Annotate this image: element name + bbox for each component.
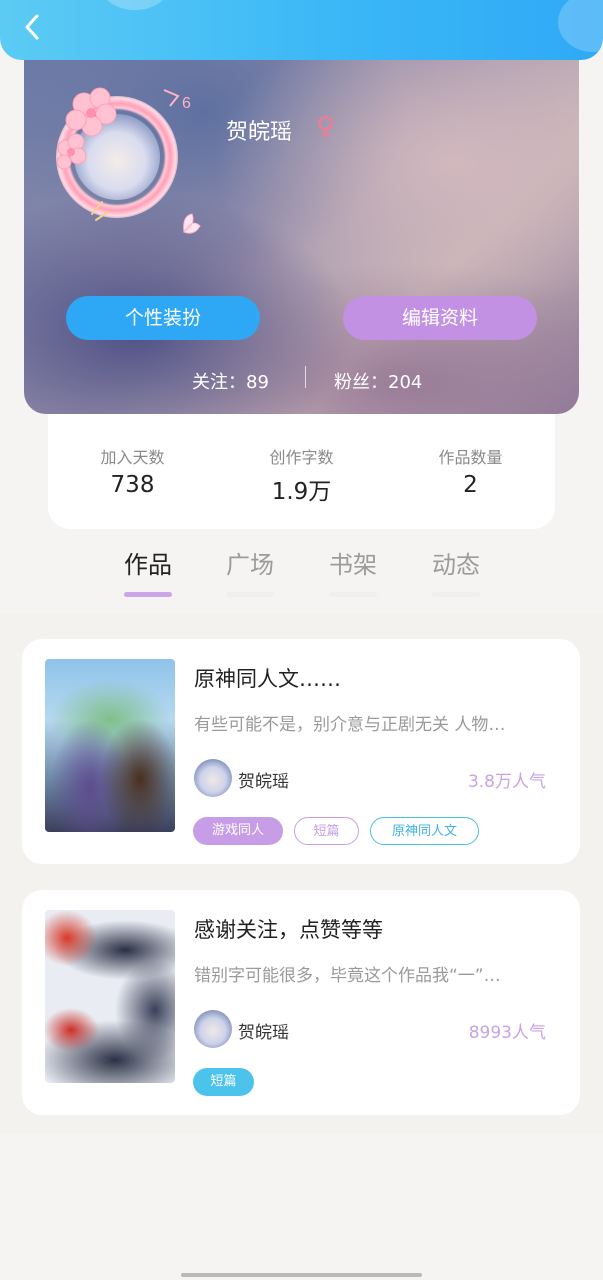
divider [305, 366, 306, 388]
work-title: 感谢关注，点赞等等 [194, 918, 383, 942]
tab-indicator [432, 592, 480, 597]
author-avatar [194, 1010, 232, 1048]
popularity-count: 3.8万人气 [467, 772, 546, 792]
tab-activity[interactable]: 动态 [416, 545, 496, 597]
popularity-count: 8993人气 [468, 1023, 546, 1043]
stat-value: 2 [463, 472, 478, 498]
tab-label: 书架 [329, 551, 377, 579]
stats-card: 加入天数 738 创作字数 1.9万 作品数量 2 [48, 396, 555, 529]
tab-indicator [124, 592, 172, 597]
following-count[interactable]: 关注：89 [192, 368, 269, 394]
works-list: 原神同人文…… 有些可能不是，别介意与正剧无关 人物… 贺皖瑶 3.8万人气 游… [0, 614, 603, 1134]
tag[interactable]: 短篇 [193, 1068, 254, 1096]
stat-join-days: 加入天数 738 [48, 444, 217, 498]
home-indicator [181, 1273, 422, 1277]
tag[interactable]: 短篇 [294, 817, 359, 845]
tab-bar: 作品 广场 书架 动态 [0, 545, 603, 605]
followers-count[interactable]: 粉丝：204 [334, 368, 422, 394]
decor-bubble [558, 0, 603, 52]
tag[interactable]: 游戏同人 [193, 817, 283, 845]
tab-label: 作品 [124, 551, 172, 579]
tab-plaza[interactable]: 广场 [210, 545, 290, 597]
stat-value: 1.9万 [271, 479, 332, 505]
stat-label: 创作字数 [269, 448, 334, 467]
stat-word-count: 创作字数 1.9万 [217, 444, 386, 506]
tab-bookshelf[interactable]: 书架 [313, 545, 393, 597]
top-bar [0, 0, 603, 60]
stat-label: 加入天数 [100, 448, 165, 467]
back-arrow-icon[interactable] [18, 12, 48, 42]
follow-stats: 关注：89 粉丝：204 [24, 364, 579, 394]
decor-bubble [100, 0, 170, 10]
tab-works[interactable]: 作品 [108, 545, 188, 597]
tab-label: 动态 [432, 551, 480, 579]
work-card[interactable]: 原神同人文…… 有些可能不是，别介意与正剧无关 人物… 贺皖瑶 3.8万人气 游… [22, 639, 580, 864]
work-description: 有些可能不是，别介意与正剧无关 人物… [194, 715, 506, 735]
stat-label: 作品数量 [438, 448, 503, 467]
stat-work-count: 作品数量 2 [386, 444, 555, 498]
profile-header: 6 贺皖瑶 ♀ 个性装扮 编辑资料 关注：89 粉丝：204 [24, 52, 579, 414]
personal-dress-up-button[interactable]: 个性装扮 [66, 296, 260, 340]
tab-indicator [226, 592, 274, 597]
work-title: 原神同人文…… [194, 667, 341, 691]
work-cover [45, 910, 175, 1083]
profile-name: 贺皖瑶 [226, 120, 293, 145]
tab-indicator [329, 592, 377, 597]
avatar-with-frame[interactable]: 6 [46, 82, 206, 242]
author-name: 贺皖瑶 [238, 1023, 289, 1043]
level-number: 6 [182, 95, 191, 112]
work-card[interactable]: 感谢关注，点赞等等 错别字可能很多，毕竟这个作品我“一”… 贺皖瑶 8993人气… [22, 890, 580, 1115]
stat-value: 738 [110, 472, 155, 498]
female-gender-icon: ♀ [316, 112, 340, 142]
tab-label: 广场 [226, 551, 274, 579]
author-name: 贺皖瑶 [238, 772, 289, 792]
tag[interactable]: 原神同人文 [370, 817, 479, 845]
work-cover [45, 659, 175, 832]
edit-profile-button[interactable]: 编辑资料 [343, 296, 537, 340]
work-description: 错别字可能很多，毕竟这个作品我“一”… [194, 966, 501, 986]
gender-symbol: ♀ [316, 112, 336, 142]
cherry-blossom-icon: 6 [56, 87, 201, 234]
author-avatar [194, 759, 232, 797]
